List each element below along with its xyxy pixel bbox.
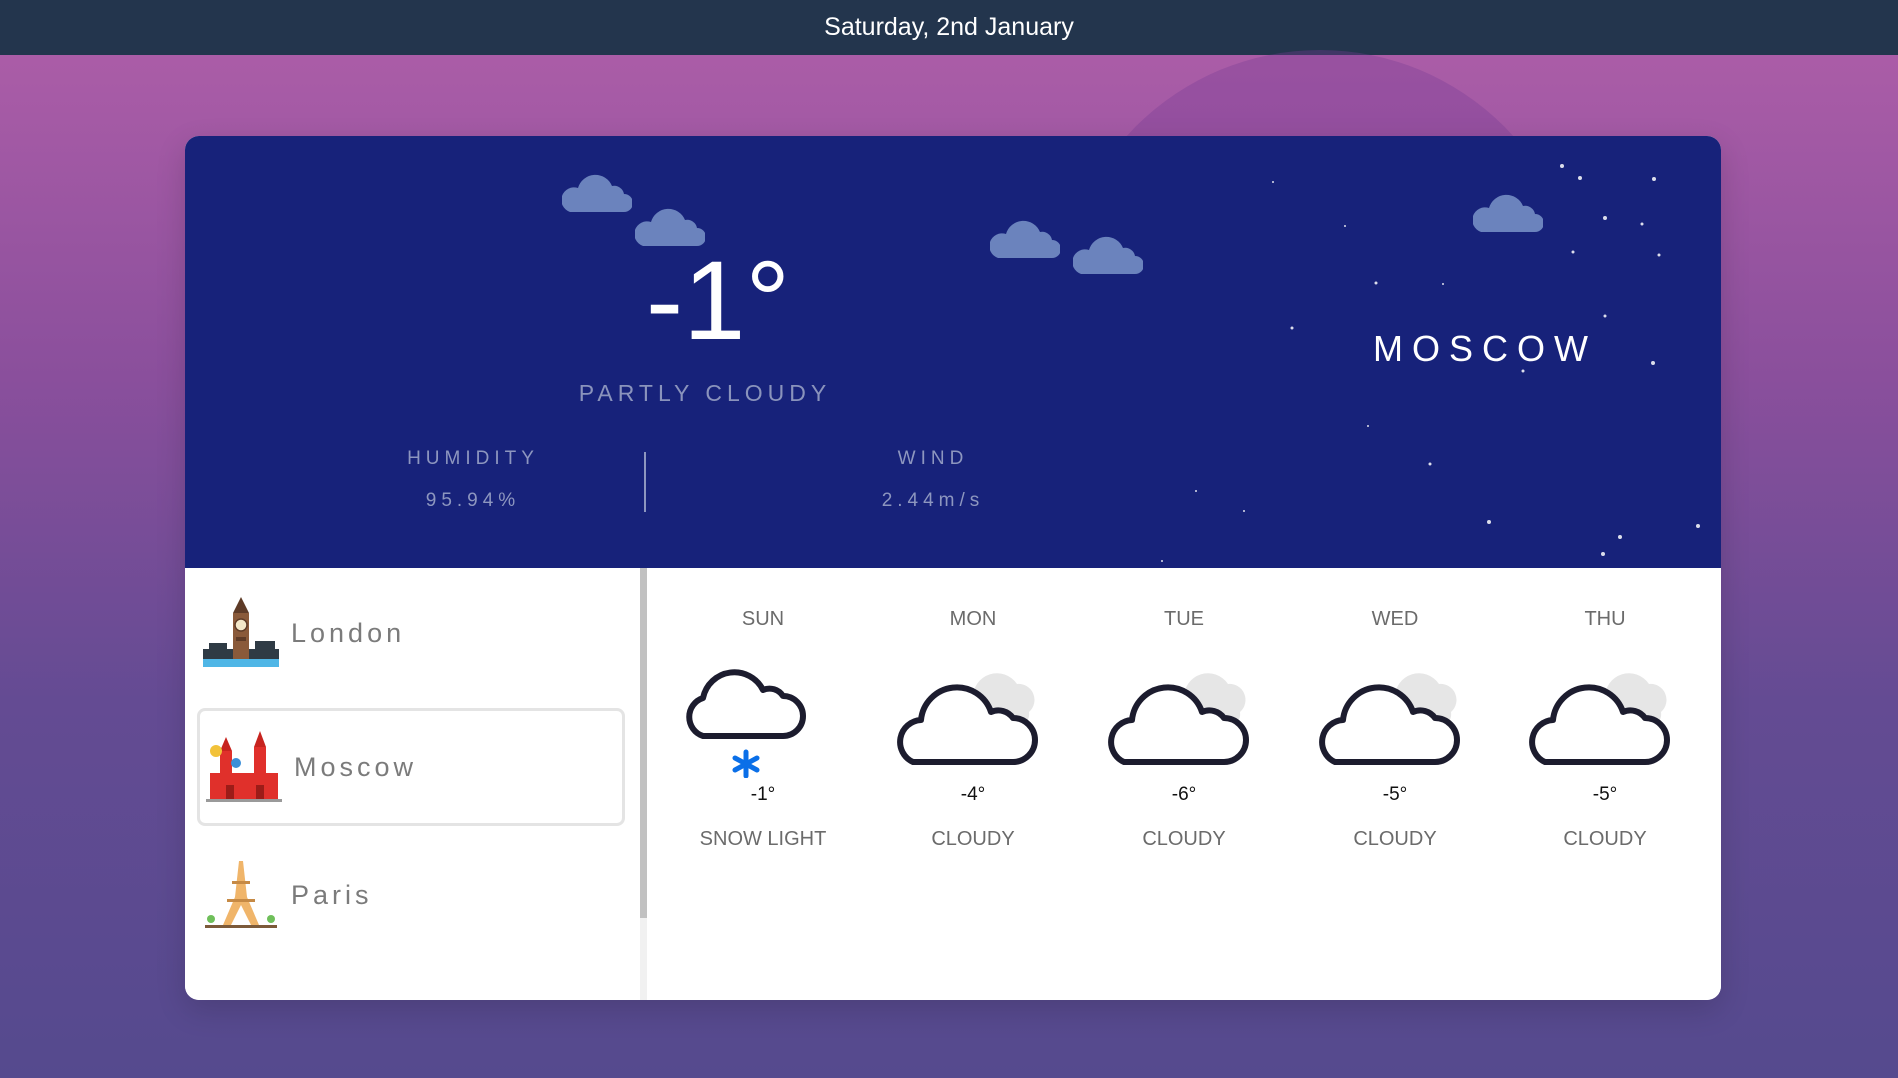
big-ben-icon — [203, 597, 279, 667]
current-city-name: MOSCOW — [1373, 328, 1597, 369]
forecast-panel: SUN -1° SNOW LIGHT MON -4° CLOUDY TUE -6… — [647, 568, 1721, 1000]
city-list: London Moscow Paris — [185, 568, 640, 1000]
forecast-description: CLOUDY — [1563, 828, 1647, 850]
city-item-moscow[interactable]: Moscow — [197, 708, 625, 826]
forecast-day-name: WED — [1371, 608, 1419, 630]
current-temperature: -1° — [645, 238, 791, 363]
scrollbar-thumb[interactable] — [640, 568, 647, 918]
forecast-day: MON -4° CLOUDY — [873, 608, 1073, 851]
city-name: Paris — [291, 879, 373, 910]
stats-divider — [644, 452, 646, 512]
cloudy-icon — [1319, 673, 1460, 765]
top-bar: Saturday, 2nd January — [0, 0, 1898, 55]
cloudy-icon — [897, 673, 1038, 765]
forecast-day-name: MON — [949, 608, 997, 630]
humidity-label: HUMIDITY — [407, 448, 539, 469]
forecast-description: CLOUDY — [1353, 828, 1437, 850]
city-item-paris[interactable]: Paris — [197, 836, 625, 954]
current-weather-panel: -1° PARTLY CLOUDY HUMIDITY 95.94% WIND 2… — [185, 136, 1721, 568]
current-condition: PARTLY CLOUDY — [578, 380, 832, 406]
cloud-icon — [990, 220, 1060, 258]
forecast-description: SNOW LIGHT — [699, 828, 827, 850]
city-name: London — [291, 617, 406, 648]
snow-cloud-icon — [686, 669, 806, 778]
kremlin-icon — [206, 731, 282, 802]
forecast-description: CLOUDY — [931, 828, 1015, 850]
forecast-day: THU -5° CLOUDY — [1505, 608, 1705, 851]
date-label: Saturday, 2nd January — [824, 13, 1074, 41]
forecast-day-name: SUN — [741, 608, 785, 630]
forecast-temperature: -5° — [1592, 784, 1618, 805]
city-item-london[interactable]: London — [197, 574, 625, 692]
forecast-temperature: -1° — [750, 784, 776, 805]
wind-value: 2.44m/s — [881, 490, 985, 511]
cloudy-icon — [1529, 673, 1670, 765]
cloud-icon — [562, 174, 632, 212]
forecast-temperature: -4° — [960, 784, 986, 805]
city-name: Moscow — [294, 751, 418, 782]
forecast-day: WED -5° CLOUDY — [1295, 608, 1495, 851]
cloudy-icon — [1108, 673, 1249, 765]
forecast-day-name: TUE — [1164, 608, 1204, 630]
weather-card: -1° PARTLY CLOUDY HUMIDITY 95.94% WIND 2… — [185, 136, 1721, 1000]
cloud-icon — [1473, 194, 1543, 232]
forecast-day: TUE -6° CLOUDY — [1084, 608, 1284, 851]
forecast-day: SUN -1° SNOW LIGHT — [663, 608, 863, 851]
eiffel-tower-icon — [205, 861, 277, 928]
forecast-temperature: -6° — [1171, 784, 1197, 805]
cloud-icon — [1073, 236, 1143, 274]
forecast-day-name: THU — [1584, 608, 1626, 630]
wind-label: WIND — [897, 448, 969, 469]
forecast-description: CLOUDY — [1142, 828, 1226, 850]
humidity-value: 95.94% — [425, 490, 521, 511]
forecast-temperature: -5° — [1382, 784, 1408, 805]
